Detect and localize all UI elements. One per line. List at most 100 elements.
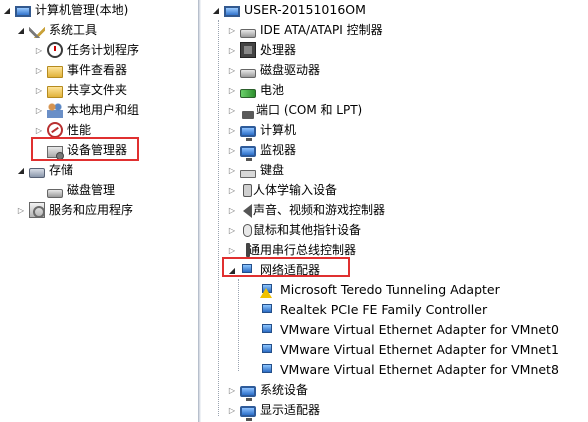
device-category[interactable]: ▷ 电池 [227, 80, 284, 100]
expand-arrow-icon[interactable]: ▷ [227, 200, 237, 220]
device-category[interactable]: ▷ 处理器 [227, 40, 296, 60]
expand-arrow-icon[interactable]: ▷ [227, 180, 237, 200]
tree-label: 系统设备 [260, 383, 309, 397]
tree-label: 设备管理器 [67, 143, 128, 157]
hid-icon [243, 183, 252, 197]
device-tree-pane: ◢ USER-20151016OM ▷ IDE ATA/ATAPI 控制器 ▷ … [201, 0, 588, 422]
tree-node-task-scheduler[interactable]: ▷ 任务计划程序 [34, 40, 139, 60]
device-category[interactable]: ▷ 声音、视频和游戏控制器 [227, 200, 385, 220]
device-category[interactable]: ▷ IDE ATA/ATAPI 控制器 [227, 20, 383, 40]
expand-arrow-icon[interactable]: ▷ [227, 80, 237, 100]
tree-label: 共享文件夹 [67, 83, 128, 97]
tree-node-local-users[interactable]: ▷ 本地用户和组 [34, 100, 139, 120]
users-icon [47, 102, 63, 118]
network-adapter-item[interactable]: Realtek PCIe FE Family Controller [260, 300, 487, 320]
computer-management-icon [15, 5, 31, 17]
network-adapter-item[interactable]: VMware Virtual Ethernet Adapter for VMne… [260, 320, 559, 340]
collapse-arrow-icon[interactable]: ◢ [16, 160, 26, 180]
system-devices-icon [240, 385, 256, 401]
tree-label: 磁盘管理 [67, 183, 116, 197]
expand-arrow-icon[interactable]: ▷ [227, 20, 237, 40]
display-adapter-icon [240, 405, 256, 421]
device-category[interactable]: ▷ 磁盘驱动器 [227, 60, 320, 80]
tree-node-computer-management[interactable]: ◢ 计算机管理(本地) [2, 0, 128, 20]
device-category[interactable]: ▷ 监视器 [227, 140, 297, 161]
tree-node-services[interactable]: ▷ 服务和应用程序 [16, 200, 133, 220]
expand-arrow-icon[interactable]: ▷ [227, 220, 237, 240]
tree-node-performance[interactable]: ▷ 性能 [34, 120, 91, 140]
device-category[interactable]: ▷ 通用串行总线控制器 [227, 240, 356, 260]
ide-controller-icon [240, 28, 256, 38]
tree-node-shared-folders[interactable]: ▷ 共享文件夹 [34, 80, 127, 100]
tree-label: 性能 [67, 123, 92, 137]
device-category[interactable]: ▷ 系统设备 [227, 380, 309, 401]
tree-node-event-viewer[interactable]: ▷ 事件查看器 [34, 60, 127, 80]
expand-arrow-icon[interactable]: ▷ [227, 140, 237, 160]
device-category[interactable]: ▷ 鼠标和其他指针设备 [227, 220, 361, 240]
network-adapter-item[interactable]: VMware Virtual Ethernet Adapter for VMne… [260, 340, 559, 360]
network-adapter-icon [260, 302, 276, 318]
tree-label: 显示适配器 [260, 403, 321, 417]
tree-label: USER-20151016OM [244, 2, 366, 17]
device-category[interactable]: ▷ 键盘 [227, 160, 284, 180]
tree-label: 声音、视频和游戏控制器 [253, 203, 386, 217]
tree-label: 电池 [260, 83, 285, 97]
expand-arrow-icon[interactable]: ▷ [34, 60, 44, 80]
tree-label: 服务和应用程序 [49, 203, 134, 217]
no-expand-spacer [34, 140, 44, 160]
tree-node-storage[interactable]: ◢ 存储 [16, 160, 73, 180]
tree-label: 本地用户和组 [67, 103, 140, 117]
expand-arrow-icon[interactable]: ▷ [227, 120, 237, 140]
network-adapter-item[interactable]: VMware Virtual Ethernet Adapter for VMne… [260, 360, 559, 380]
performance-icon [47, 122, 63, 138]
device-category[interactable]: ▷ 显示适配器 [227, 400, 321, 421]
computer-icon [224, 5, 240, 17]
expand-arrow-icon[interactable]: ▷ [227, 60, 237, 80]
expand-arrow-icon[interactable]: ▷ [227, 240, 237, 260]
network-card-icon [262, 364, 272, 373]
expand-arrow-icon[interactable]: ▷ [227, 100, 237, 120]
tree-label: 鼠标和其他指针设备 [253, 223, 362, 237]
tree-label: 监视器 [260, 143, 297, 157]
services-icon [29, 202, 45, 218]
device-category[interactable]: ▷ 人体学输入设备 [227, 180, 337, 200]
tree-label: 端口 (COM 和 LPT) [256, 103, 363, 117]
network-card-icon [242, 264, 252, 273]
expand-arrow-icon[interactable]: ▷ [34, 120, 44, 140]
expand-arrow-icon[interactable]: ▷ [16, 200, 26, 220]
expand-arrow-icon[interactable]: ▷ [227, 400, 237, 420]
collapse-arrow-icon[interactable]: ◢ [211, 0, 221, 20]
tree-node-system-tools[interactable]: ◢ 系统工具 [16, 20, 97, 40]
expand-arrow-icon[interactable]: ▷ [34, 40, 44, 60]
expand-arrow-icon[interactable]: ▷ [227, 40, 237, 60]
device-category[interactable]: ▷ 端口 (COM 和 LPT) [227, 100, 362, 120]
tree-node-device-manager[interactable]: 设备管理器 [34, 140, 127, 160]
network-adapter-item[interactable]: Microsoft Teredo Tunneling Adapter [260, 280, 500, 300]
computer-icon [240, 125, 256, 141]
collapse-arrow-icon[interactable]: ◢ [227, 260, 237, 280]
expand-arrow-icon[interactable]: ▷ [227, 380, 237, 400]
tree-label: 人体学输入设备 [253, 183, 338, 197]
network-adapter-icon [260, 322, 276, 338]
expand-arrow-icon[interactable]: ▷ [34, 100, 44, 120]
collapse-arrow-icon[interactable]: ◢ [2, 0, 12, 20]
device-category[interactable]: ▷ 计算机 [227, 120, 296, 141]
speaker-icon [243, 204, 252, 218]
usb-icon [246, 243, 250, 257]
tree-label: 键盘 [260, 163, 285, 177]
expand-arrow-icon[interactable]: ▷ [34, 80, 44, 100]
tree-label: Realtek PCIe FE Family Controller [280, 302, 488, 317]
network-adapter-icon [240, 262, 256, 278]
tree-node-computer-root[interactable]: ◢ USER-20151016OM [211, 0, 366, 20]
processor-icon [240, 42, 256, 58]
tree-node-network-adapters[interactable]: ◢ 网络适配器 [227, 260, 320, 280]
network-adapter-icon [260, 342, 276, 358]
warning-icon [260, 288, 272, 298]
collapse-arrow-icon[interactable]: ◢ [16, 20, 26, 40]
expand-arrow-icon[interactable]: ▷ [227, 160, 237, 180]
tree-label: Microsoft Teredo Tunneling Adapter [280, 282, 500, 297]
tree-node-disk-management[interactable]: 磁盘管理 [34, 180, 115, 200]
tree-label: 系统工具 [49, 23, 98, 37]
tree-label: 计算机管理(本地) [35, 3, 129, 17]
device-manager-icon [47, 146, 64, 160]
